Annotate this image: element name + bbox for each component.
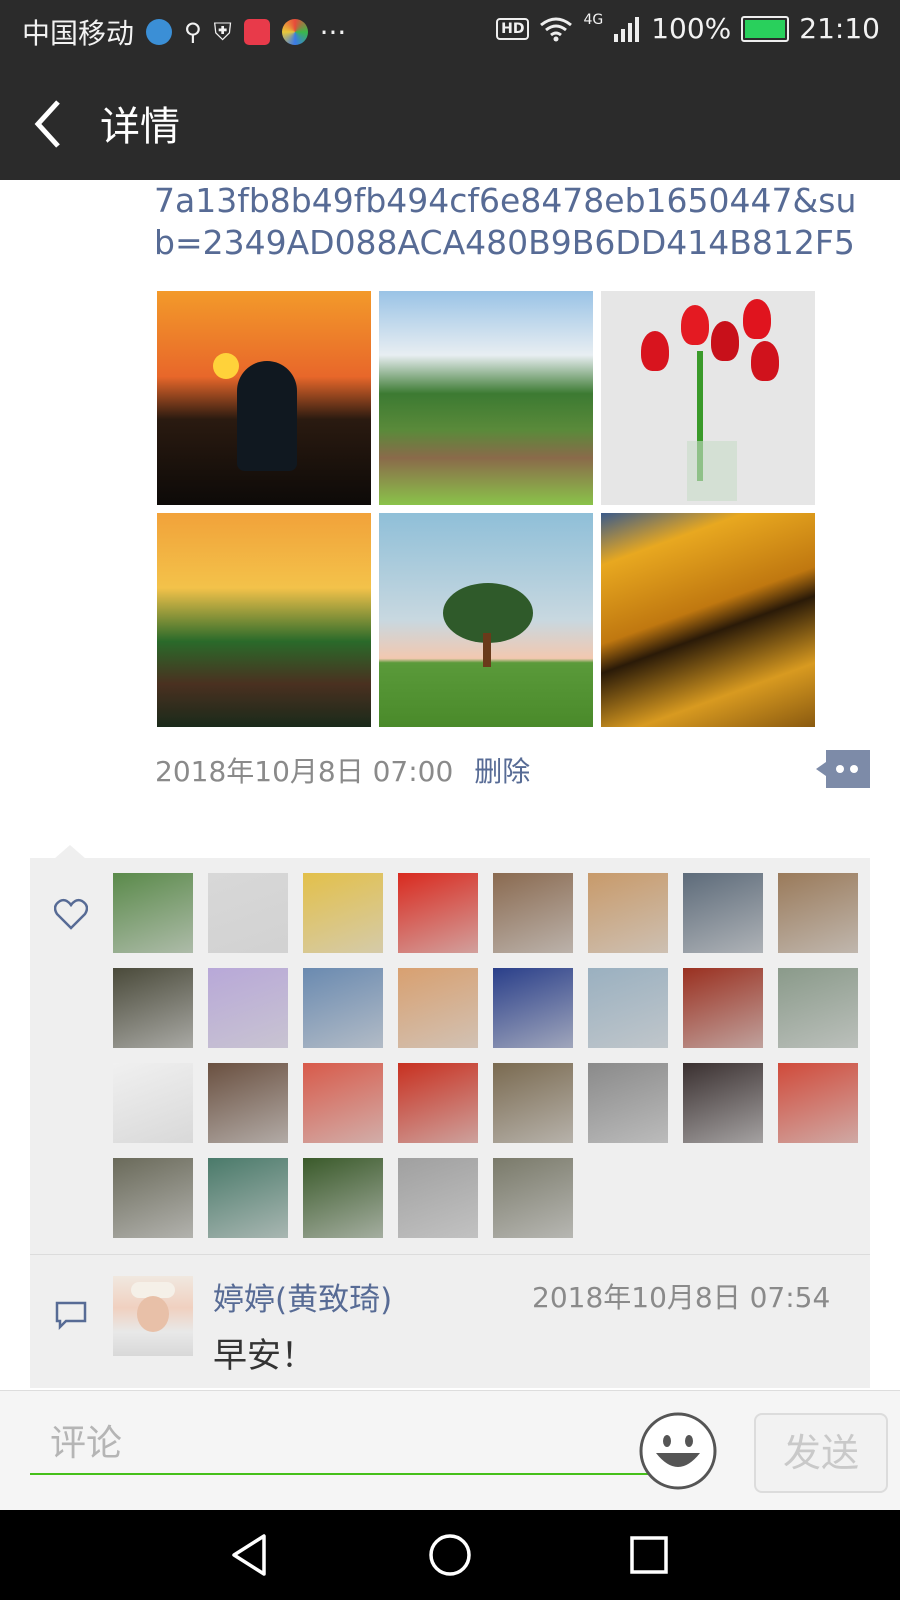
delete-link[interactable]: 删除	[474, 755, 530, 788]
network-type: 4G	[583, 12, 604, 28]
battery-percent: 100%	[651, 12, 732, 45]
photo-red-tulips[interactable]	[601, 291, 815, 505]
comment-bubble-icon	[55, 1301, 87, 1330]
title-bar: 详情	[0, 62, 900, 180]
like-avatar[interactable]	[113, 873, 193, 953]
shield-icon: ⛨	[213, 18, 232, 46]
smiley-icon	[639, 1412, 717, 1490]
signal-icon	[614, 16, 640, 42]
nav-bar	[0, 1510, 900, 1600]
like-avatar[interactable]	[398, 968, 478, 1048]
like-avatar[interactable]	[303, 873, 383, 953]
carrier-label: 中国移动	[22, 17, 135, 50]
like-avatar[interactable]	[303, 1063, 383, 1143]
like-avatar[interactable]	[683, 1063, 763, 1143]
like-avatar[interactable]	[683, 873, 763, 953]
wifi-icon	[540, 17, 573, 41]
like-avatar[interactable]	[208, 873, 288, 953]
like-avatar[interactable]	[303, 968, 383, 1048]
like-avatar[interactable]	[493, 968, 573, 1048]
like-avatar[interactable]	[588, 873, 668, 953]
like-avatar[interactable]	[113, 1063, 193, 1143]
photo-heron-sunset[interactable]	[157, 291, 371, 505]
avatar[interactable]	[113, 1276, 193, 1356]
divider	[30, 1254, 870, 1255]
page-title: 详情	[100, 104, 180, 150]
photo-golden-canyon[interactable]	[601, 513, 815, 727]
like-avatar[interactable]	[303, 1158, 383, 1238]
comment-actions-button[interactable]	[816, 750, 870, 788]
comment-author[interactable]: 婷婷(黄致琦)	[213, 1274, 392, 1319]
post-timestamp: 2018年10月8日 07:00	[155, 755, 454, 788]
photo-mountain-village[interactable]	[379, 291, 593, 505]
like-avatar[interactable]	[778, 1063, 858, 1143]
photo-pavilion-sunset[interactable]	[157, 513, 371, 727]
usb-icon: ⚲	[184, 18, 202, 46]
emoji-button[interactable]	[638, 1411, 718, 1491]
like-avatar[interactable]	[588, 968, 668, 1048]
like-avatar[interactable]	[778, 873, 858, 953]
home-circle-icon[interactable]	[425, 1530, 475, 1580]
status-bar: 中国移动 ⚲ ⛨ ··· HD 4G 100% 21:10	[0, 0, 900, 62]
like-avatar[interactable]	[493, 873, 573, 953]
panel-arrow	[54, 845, 86, 859]
like-avatar[interactable]	[113, 1158, 193, 1238]
like-avatar[interactable]	[778, 968, 858, 1048]
like-avatar[interactable]	[588, 1063, 668, 1143]
like-avatar[interactable]	[493, 1063, 573, 1143]
comment-input-bar: 发送	[0, 1390, 900, 1511]
more-dots-icon: ···	[319, 15, 347, 49]
clock: 21:10	[799, 12, 880, 45]
like-avatar[interactable]	[398, 873, 478, 953]
music-app-icon	[243, 19, 270, 45]
post-meta: 2018年10月8日 07:00 删除	[155, 750, 530, 790]
color-app-icon	[281, 19, 308, 45]
heart-icon	[54, 898, 88, 930]
like-avatar[interactable]	[398, 1063, 478, 1143]
send-button[interactable]: 发送	[754, 1413, 888, 1493]
hd-badge: HD	[496, 17, 530, 40]
like-avatar[interactable]	[113, 968, 193, 1048]
chevron-left-icon	[34, 100, 60, 148]
like-avatar[interactable]	[208, 968, 288, 1048]
like-avatar[interactable]	[208, 1063, 288, 1143]
photo-lone-tree[interactable]	[379, 513, 593, 727]
recents-square-icon[interactable]	[624, 1530, 674, 1580]
like-avatar[interactable]	[208, 1158, 288, 1238]
like-avatar[interactable]	[683, 968, 763, 1048]
like-avatar[interactable]	[398, 1158, 478, 1238]
like-avatar[interactable]	[493, 1158, 573, 1238]
post-link[interactable]: 7a13fb8b49fb494cf6e8478eb1650447&sub=234…	[154, 180, 874, 264]
battery-icon	[741, 15, 790, 42]
globe-icon	[146, 19, 173, 45]
back-triangle-icon[interactable]	[226, 1530, 276, 1580]
comment-input[interactable]	[30, 1413, 658, 1475]
comment-time: 2018年10月8日 07:54	[532, 1281, 831, 1314]
comment-dots-icon	[816, 750, 870, 788]
comment-text: 早安！	[213, 1336, 315, 1376]
back-button[interactable]	[24, 88, 84, 154]
